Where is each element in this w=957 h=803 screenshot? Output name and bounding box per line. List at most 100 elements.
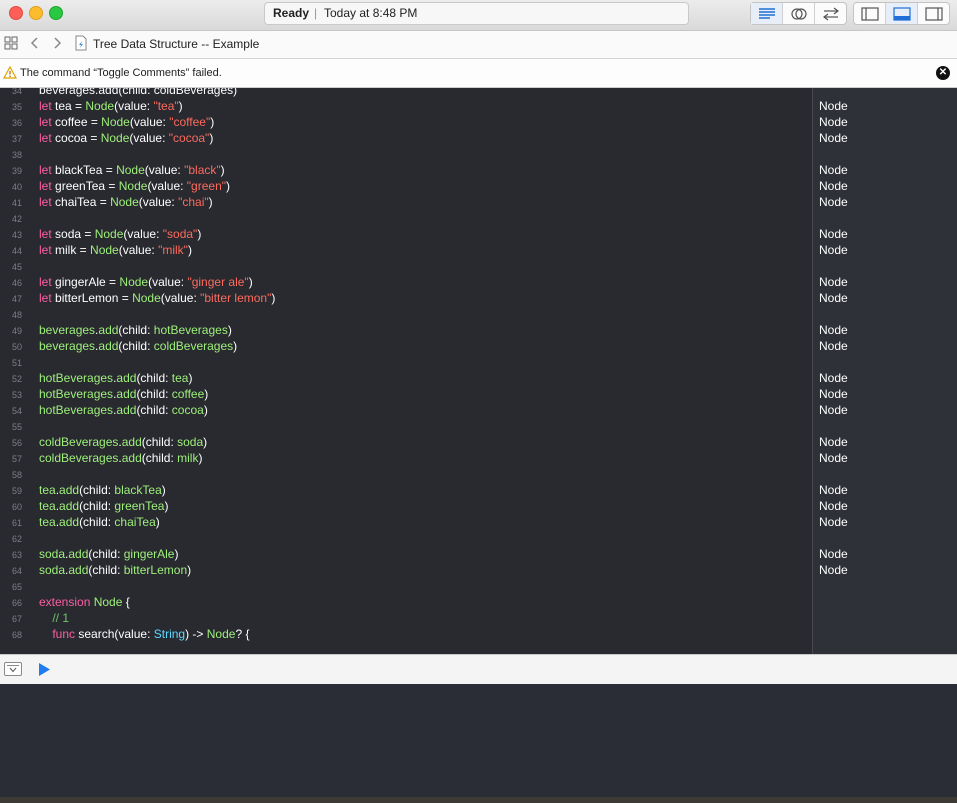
code-line[interactable]: 53 hotBeverages.add(child: coffee) xyxy=(0,386,812,402)
line-number: 62 xyxy=(11,534,22,544)
result-value[interactable]: Node xyxy=(819,338,848,354)
code-line[interactable]: 48 xyxy=(0,306,812,322)
code-token: let xyxy=(39,275,52,289)
code-line[interactable]: 62 xyxy=(0,530,812,546)
code-line[interactable]: 47 let bitterLemon = Node(value: "bitter … xyxy=(0,290,812,306)
navigator-toggle-button[interactable] xyxy=(854,3,886,24)
code-line[interactable]: 61 tea.add(child: chaiTea) xyxy=(0,514,812,530)
assistant-editor-button[interactable] xyxy=(783,3,815,24)
code-line[interactable]: 34 beverages.add(child: coldBeverages) xyxy=(0,88,812,98)
code-line[interactable]: 64 soda.add(child: bitterLemon) xyxy=(0,562,812,578)
code-line[interactable]: 58 xyxy=(0,466,812,482)
console-output-area[interactable] xyxy=(0,684,957,797)
jump-bar-file-title[interactable]: Tree Data Structure -- Example xyxy=(93,37,259,51)
code-line[interactable]: 43 let soda = Node(value: "soda") xyxy=(0,226,812,242)
code-line[interactable]: 45 xyxy=(0,258,812,274)
code-line[interactable]: 65 xyxy=(0,578,812,594)
code-line[interactable]: 67 // 1 xyxy=(0,610,812,626)
code-line[interactable]: 49 beverages.add(child: hotBeverages) xyxy=(0,322,812,338)
error-message-text: The command “Toggle Comments” failed. xyxy=(20,67,222,79)
close-window-button[interactable] xyxy=(9,6,23,20)
code-token: Node xyxy=(119,275,149,289)
code-token: (value: xyxy=(118,243,159,257)
code-token: add xyxy=(116,387,137,401)
code-line[interactable]: 39 let blackTea = Node(value: "black") xyxy=(0,162,812,178)
result-value[interactable]: Node xyxy=(819,114,848,130)
source-editor[interactable]: 34 beverages.add(child: coldBeverages) 35 l… xyxy=(0,88,812,654)
result-value[interactable]: Node xyxy=(819,434,848,450)
code-line[interactable]: 55 xyxy=(0,418,812,434)
error-message-bar: The command “Toggle Comments” failed. ✕ xyxy=(0,59,957,88)
code-line[interactable]: 60 tea.add(child: greenTea) xyxy=(0,498,812,514)
result-value[interactable]: Node xyxy=(819,562,848,578)
result-value[interactable]: Node xyxy=(819,322,848,338)
code-token: add xyxy=(68,547,89,561)
code-line[interactable]: 50 beverages.add(child: coldBeverages) xyxy=(0,338,812,354)
back-button[interactable] xyxy=(30,36,40,55)
code-token: bitterLemon = xyxy=(51,291,133,305)
result-value[interactable]: Node xyxy=(819,482,848,498)
version-editor-button[interactable] xyxy=(815,3,846,24)
code-line[interactable]: 68 func search(value: String) -> Node? { xyxy=(0,626,812,642)
result-value[interactable]: Node xyxy=(819,546,848,562)
code-token: beverages.add(child: coldBeverages) xyxy=(39,88,238,97)
code-token: tea xyxy=(171,371,189,385)
code-line[interactable]: 52 hotBeverages.add(child: tea) xyxy=(0,370,812,386)
code-line[interactable]: 57 coldBeverages.add(child: milk) xyxy=(0,450,812,466)
result-value[interactable]: Node xyxy=(819,370,848,386)
code-token: let xyxy=(39,291,52,305)
run-playground-button[interactable] xyxy=(38,663,51,681)
standard-editor-button[interactable] xyxy=(751,3,783,24)
result-value[interactable]: Node xyxy=(819,178,848,194)
code-line[interactable]: 46 let gingerAle = Node(value: "ginger al… xyxy=(0,274,812,290)
code-line[interactable]: 63 soda.add(child: gingerAle) xyxy=(0,546,812,562)
result-value[interactable]: Node xyxy=(819,98,848,114)
code-line[interactable]: 59 tea.add(child: blackTea) xyxy=(0,482,812,498)
code-line[interactable]: 54 hotBeverages.add(child: cocoa) xyxy=(0,402,812,418)
code-line[interactable]: 51 xyxy=(0,354,812,370)
hide-debug-area-button[interactable] xyxy=(4,662,22,676)
result-value[interactable]: Node xyxy=(819,274,848,290)
code-token: add xyxy=(116,403,137,417)
code-token: hotBeverages xyxy=(39,387,114,401)
code-line[interactable]: 44 let milk = Node(value: "milk") xyxy=(0,242,812,258)
utilities-toggle-button[interactable] xyxy=(918,3,949,24)
code-token: ) xyxy=(188,371,193,385)
jump-bar: Tree Data Structure -- Example xyxy=(0,31,957,59)
code-line[interactable]: 40 let greenTea = Node(value: "green") xyxy=(0,178,812,194)
line-number: 49 xyxy=(11,326,22,336)
code-token: (child: xyxy=(141,435,178,449)
line-number: 58 xyxy=(11,470,22,480)
code-line[interactable]: 42 xyxy=(0,210,812,226)
result-value[interactable]: Node xyxy=(819,386,848,402)
code-line[interactable]: 56 coldBeverages.add(child: soda) xyxy=(0,434,812,450)
result-value[interactable]: Node xyxy=(819,290,848,306)
code-line[interactable]: 36 let coffee = Node(value: "coffee") xyxy=(0,114,812,130)
code-token: beverages xyxy=(39,323,96,337)
code-line[interactable]: 38 xyxy=(0,146,812,162)
debug-area-toggle-button[interactable] xyxy=(886,3,918,24)
result-value[interactable]: Node xyxy=(819,514,848,530)
code-token: ) xyxy=(198,451,203,465)
code-token: (child: xyxy=(136,387,172,401)
result-value[interactable]: Node xyxy=(819,242,848,258)
code-line[interactable]: 35 let tea = Node(value: "tea") xyxy=(0,98,812,114)
result-value[interactable]: Node xyxy=(819,162,848,178)
minimize-window-button[interactable] xyxy=(29,6,43,20)
result-value[interactable]: Node xyxy=(819,226,848,242)
forward-button[interactable] xyxy=(52,36,62,55)
result-value[interactable]: Node xyxy=(819,498,848,514)
zoom-window-button[interactable] xyxy=(49,6,63,20)
code-token: add xyxy=(68,563,89,577)
editor-mode-segmented-control xyxy=(750,2,847,25)
dismiss-error-button[interactable]: ✕ xyxy=(936,66,950,80)
result-value[interactable]: Node xyxy=(819,450,848,466)
result-value[interactable]: Node xyxy=(819,402,848,418)
code-line[interactable]: 66 extension Node { xyxy=(0,594,812,610)
code-line[interactable]: 37 let cocoa = Node(value: "cocoa") xyxy=(0,130,812,146)
code-token: milk = xyxy=(51,243,91,257)
code-line[interactable]: 41 let chaiTea = Node(value: "chai") xyxy=(0,194,812,210)
related-items-button[interactable] xyxy=(4,36,18,55)
result-value[interactable]: Node xyxy=(819,130,848,146)
result-value[interactable]: Node xyxy=(819,194,848,210)
